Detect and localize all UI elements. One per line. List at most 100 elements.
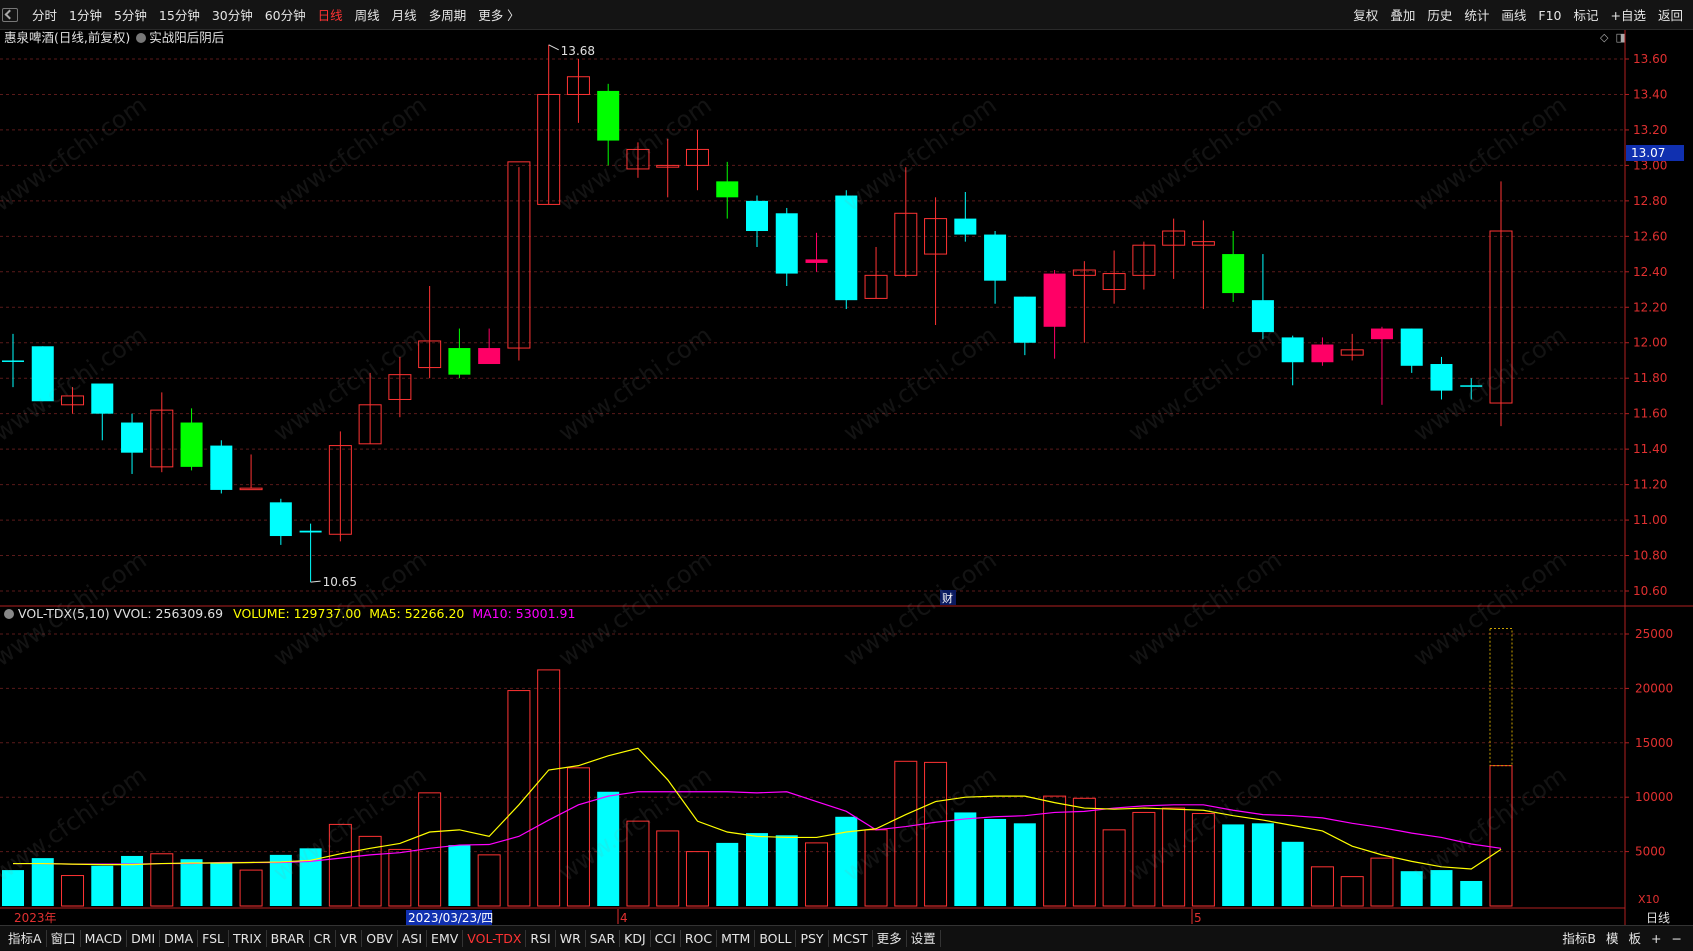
indicator-tab-4[interactable]: DMA <box>160 930 199 947</box>
period-tab-2[interactable]: 5分钟 <box>108 8 153 24</box>
price-tick-label: 11.60 <box>1633 407 1667 421</box>
low-price-label: 10.65 <box>323 575 357 589</box>
period-tab-9[interactable]: 多周期 <box>423 8 473 24</box>
volume-tick-label: 15000 <box>1635 736 1673 750</box>
candle-body <box>1370 328 1393 340</box>
period-tab-7[interactable]: 周线 <box>349 8 386 24</box>
indicator-tab-19[interactable]: ROC <box>681 930 718 947</box>
candle-body <box>1013 296 1036 343</box>
period-tabs: 分时 1分钟 5分钟 15分钟 30分钟 60分钟 日线 周线 月线 多周期 更多 〉 <box>26 8 526 24</box>
volume-info: VOL-TDX(5,10) VVOL: 256309.69 VOLUME: 12… <box>4 606 575 622</box>
tool-button-6[interactable]: 标记 <box>1567 8 1604 24</box>
candle-body <box>210 445 233 490</box>
indicator-tab-3[interactable]: DMI <box>127 930 161 947</box>
indicator-tab-6[interactable]: TRIX <box>229 930 267 947</box>
indicator-right-tools: 指标B 模板 + − <box>1557 930 1687 947</box>
volume-bar <box>924 761 948 907</box>
volume-bar <box>1340 876 1364 907</box>
period-tab-10[interactable]: 更多 〉 <box>472 8 525 24</box>
tool-button-1[interactable]: 叠加 <box>1384 8 1421 24</box>
indicator-toggle-icon[interactable] <box>4 609 14 619</box>
volume-bar <box>1222 824 1245 906</box>
volume-forecast-bar <box>1489 628 1513 767</box>
tool-button-0[interactable]: 复权 <box>1347 8 1384 24</box>
indicator-tab-1[interactable]: 窗口 <box>47 930 81 947</box>
volume-bar <box>1132 811 1156 907</box>
cursor-date-label: 2023/03/23/四 <box>408 911 493 925</box>
tool-button-3[interactable]: 统计 <box>1458 8 1495 24</box>
indicator-tab-17[interactable]: KDJ <box>620 930 651 947</box>
period-tab-6[interactable]: 日线 <box>312 8 349 24</box>
high-price-label: 13.68 <box>561 44 595 58</box>
volume-bar <box>477 854 501 907</box>
indicator-tab-21[interactable]: BOLL <box>755 930 797 947</box>
stock-chart[interactable]: 13.6013.4013.2013.0012.8012.6012.4012.20… <box>0 30 1693 925</box>
volume-bar <box>388 848 412 907</box>
candle-body <box>1222 254 1245 294</box>
volume-bar <box>1430 870 1453 906</box>
volume-bar <box>328 823 352 907</box>
tool-button-2[interactable]: 历史 <box>1421 8 1458 24</box>
period-tab-1[interactable]: 1分钟 <box>63 8 108 24</box>
low-marker-line <box>310 580 321 583</box>
month-label-5: 5 <box>1194 911 1202 925</box>
volume-bar <box>448 845 471 906</box>
volume-value: VOLUME: 129737.00 <box>233 606 362 621</box>
tool-button-4[interactable]: 画线 <box>1495 8 1532 24</box>
indicator-tab-5[interactable]: FSL <box>198 930 230 947</box>
indicator-tab-13[interactable]: VOL-TDX <box>463 930 527 947</box>
tool-button-8[interactable]: 返回 <box>1652 8 1689 24</box>
indicator-tab-15[interactable]: WR <box>556 930 586 947</box>
volume-bar <box>626 820 650 907</box>
price-tick-label: 11.40 <box>1633 442 1667 456</box>
volume-bar <box>239 869 263 907</box>
indicator-tab-8[interactable]: CR <box>310 930 337 947</box>
volume-tick-label: 25000 <box>1635 627 1673 641</box>
indicator-tab-25[interactable]: 设置 <box>907 930 941 947</box>
candle-body <box>716 181 739 198</box>
period-tab-0[interactable]: 分时 <box>26 8 63 24</box>
indicator-tab-11[interactable]: ASI <box>398 930 428 947</box>
indicator-tab-9[interactable]: VR <box>336 930 363 947</box>
volume-bar <box>685 851 709 907</box>
candle-body <box>121 422 144 453</box>
candle-body <box>954 218 977 235</box>
indicator-tab-24[interactable]: 更多 <box>873 930 907 947</box>
price-tick-label: 11.80 <box>1633 371 1667 385</box>
period-tab-3[interactable]: 15分钟 <box>153 8 206 24</box>
period-tab-5[interactable]: 60分钟 <box>259 8 312 24</box>
indicator-tab-23[interactable]: MCST <box>829 930 873 947</box>
indicator-right-button-0[interactable]: 指标B <box>1557 930 1601 947</box>
bottom-indicator-bar: 指标A 窗口 MACD DMI DMA FSL TRIX BRAR CR VR OBV ASI EMV V… <box>0 925 1693 951</box>
indicator-right-button-2[interactable]: 板 <box>1624 930 1647 947</box>
volume-bar <box>1489 765 1513 907</box>
period-tab-4[interactable]: 30分钟 <box>206 8 259 24</box>
candle-body <box>1400 328 1423 366</box>
tool-button-5[interactable]: F10 <box>1532 8 1567 24</box>
tool-button-7[interactable]: +自选 <box>1605 8 1652 24</box>
price-tick-label: 11.20 <box>1633 478 1667 492</box>
volume-bar <box>1400 871 1423 906</box>
indicator-tab-18[interactable]: CCI <box>651 930 681 947</box>
price-tick-label: 12.60 <box>1633 229 1667 243</box>
candle-body <box>597 90 620 141</box>
indicator-tab-2[interactable]: MACD <box>81 930 128 947</box>
indicator-right-button-1[interactable]: 模 <box>1601 930 1624 947</box>
period-tab-8[interactable]: 月线 <box>386 8 423 24</box>
indicator-tab-22[interactable]: PSY <box>796 930 829 947</box>
vol-indicator-name[interactable]: VOL-TDX(5,10) <box>18 606 110 621</box>
menu-icon[interactable] <box>2 8 18 22</box>
indicator-tab-10[interactable]: OBV <box>362 930 398 947</box>
indicator-tab-12[interactable]: EMV <box>427 930 464 947</box>
volume-bar <box>61 875 85 907</box>
price-tick-label: 10.80 <box>1633 549 1667 563</box>
indicator-tab-16[interactable]: SAR <box>586 930 621 947</box>
indicator-right-button-3[interactable]: + <box>1646 930 1666 947</box>
candle-body <box>269 502 292 537</box>
indicator-tab-0[interactable]: 指标A <box>4 930 47 947</box>
indicator-tab-14[interactable]: RSI <box>526 930 556 947</box>
indicator-tab-20[interactable]: MTM <box>717 930 756 947</box>
indicator-tab-7[interactable]: BRAR <box>267 930 310 947</box>
indicator-right-button-4[interactable]: − <box>1667 930 1687 947</box>
candle-body <box>91 383 114 414</box>
